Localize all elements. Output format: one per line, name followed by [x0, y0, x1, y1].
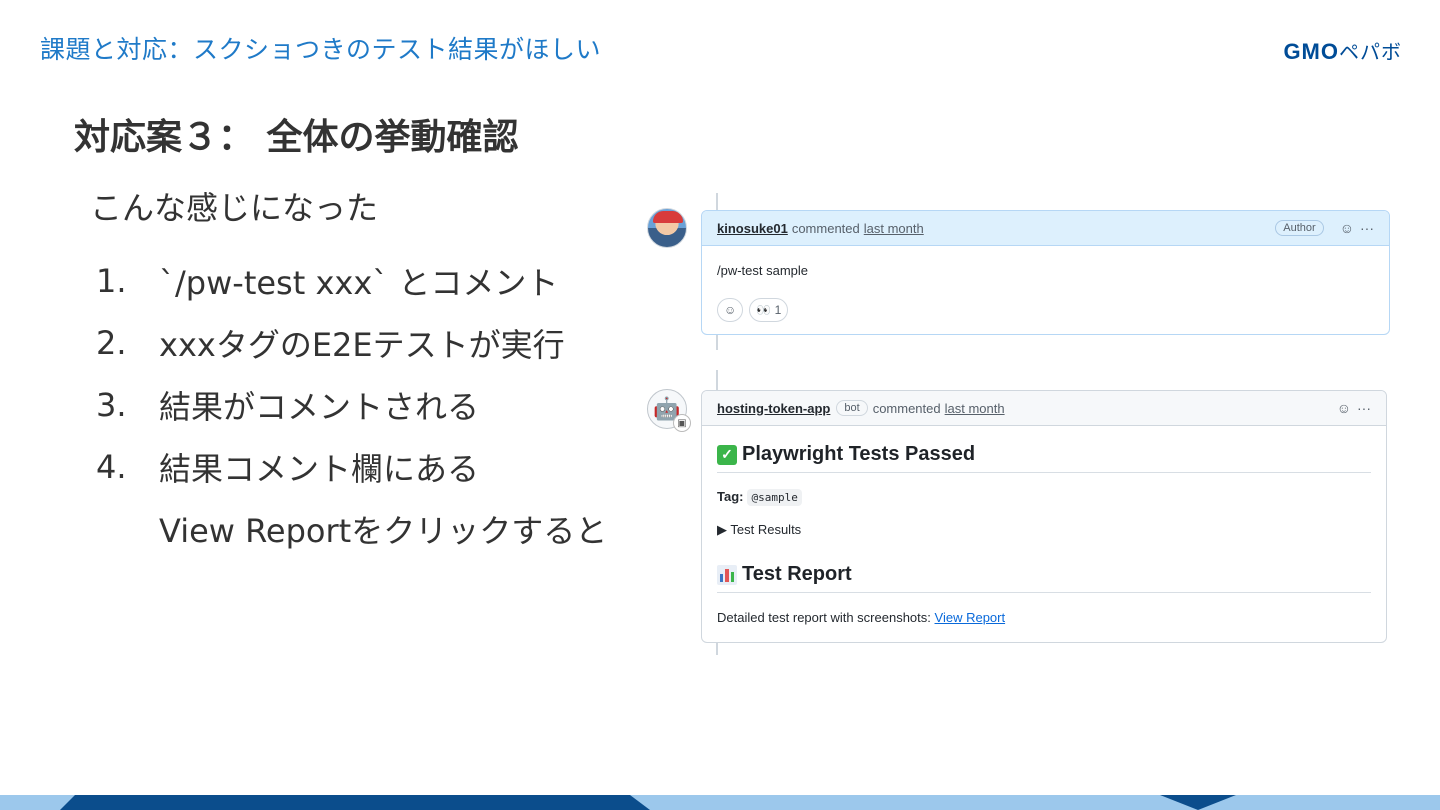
comment-body: /pw-test sample ☺ 👀 1 [702, 246, 1389, 334]
gmo-pepabo-logo: GMOペパボ [1283, 36, 1402, 65]
reaction-count: 1 [774, 303, 782, 317]
timeline-line [716, 193, 718, 210]
comment-author-link[interactable]: kinosuke01 [717, 221, 788, 236]
step-number: 1. [96, 262, 127, 300]
check-icon: ✓ [717, 444, 737, 465]
step-text: xxxタグのE2Eテストが実行 [159, 326, 565, 364]
add-reaction-button[interactable]: ☺ [717, 298, 744, 322]
avatar[interactable] [647, 208, 687, 248]
steps-list: 1. `/pw-test xxx` とコメント 2. xxxタグのE2Eテストが実行… [96, 250, 607, 560]
more-options-icon[interactable]: ··· [1357, 400, 1371, 416]
comment-action: commented [872, 400, 941, 416]
timeline-line [716, 335, 718, 350]
comment-header: hosting-token-app bot commented last mon… [702, 391, 1386, 426]
smiley-icon[interactable]: ☺ [1340, 220, 1354, 236]
bar-chart-icon [717, 564, 737, 585]
step-item: View Reportをクリックすると [96, 498, 607, 560]
step-number: 4. [96, 448, 127, 486]
more-options-icon[interactable]: ··· [1360, 220, 1374, 236]
app-badge-icon: ▣ [673, 414, 691, 432]
report-detail-text: Detailed test report with screenshots: [717, 610, 931, 625]
smiley-icon[interactable]: ☺ [1337, 400, 1351, 416]
step-number: 3. [96, 386, 127, 424]
report-detail-line: Detailed test report with screenshots: V… [717, 610, 1371, 625]
avatar-cap [653, 211, 683, 223]
eyes-reaction-button[interactable]: 👀 1 [749, 298, 789, 322]
step-item: 3. 結果がコメントされる [96, 374, 607, 436]
slide-header-title: 課題と対応：スクショつきのテスト結果がほしい [40, 35, 602, 64]
step-item: 2. xxxタグのE2Eテストが実行 [96, 312, 607, 374]
comment-time-link[interactable]: last month [945, 401, 1005, 416]
footer-dark-shape [60, 795, 650, 810]
test-report-title: Test Report [742, 563, 852, 585]
comment-card: kinosuke01 commented last month Author ☺… [701, 210, 1390, 335]
step-text: 結果コメント欄にある [159, 450, 480, 488]
slide-heading: 対応案３： 全体の挙動確認 [74, 117, 519, 158]
comment-action: commented [791, 220, 860, 236]
tag-value: @sample [747, 489, 802, 506]
reactions-bar: ☺ 👀 1 [717, 298, 1374, 322]
test-report-heading: Test Report [717, 563, 1371, 593]
tag-label: Tag: [717, 489, 744, 504]
step-number: 2. [96, 324, 127, 362]
timeline-line [716, 643, 718, 655]
comment-text: /pw-test sample [717, 263, 809, 278]
author-badge: Author [1275, 220, 1324, 236]
comment-time-link[interactable]: last month [864, 221, 924, 236]
logo-kana: ペパボ [1339, 42, 1402, 64]
slide-lead: こんな感じになった [90, 189, 379, 227]
logo-latin: GMO [1283, 39, 1339, 64]
tests-passed-heading: ✓ Playwright Tests Passed [717, 443, 1371, 473]
comment-card: hosting-token-app bot commented last mon… [701, 390, 1387, 643]
comment-author-link[interactable]: hosting-token-app [717, 401, 830, 416]
test-results-toggle[interactable]: ▶ Test Results [717, 522, 1371, 538]
comment-header: kinosuke01 commented last month Author ☺… [702, 211, 1389, 246]
step-text: `/pw-test xxx` とコメント [159, 264, 559, 302]
step-item: 1. `/pw-test xxx` とコメント [96, 250, 607, 312]
comment-body: ✓ Playwright Tests Passed Tag: @sample ▶ … [702, 426, 1386, 642]
bot-label: bot [836, 400, 868, 416]
step-text: 結果がコメントされる [159, 388, 480, 426]
step-item: 4. 結果コメント欄にある [96, 436, 607, 498]
tests-passed-title: Playwright Tests Passed [742, 443, 976, 465]
timeline-line [716, 370, 718, 390]
view-report-link[interactable]: View Report [935, 610, 1006, 625]
tag-line: Tag: @sample [717, 489, 1371, 506]
step-text: View Reportをクリックすると [159, 512, 608, 550]
eyes-icon: 👀 [756, 303, 772, 317]
